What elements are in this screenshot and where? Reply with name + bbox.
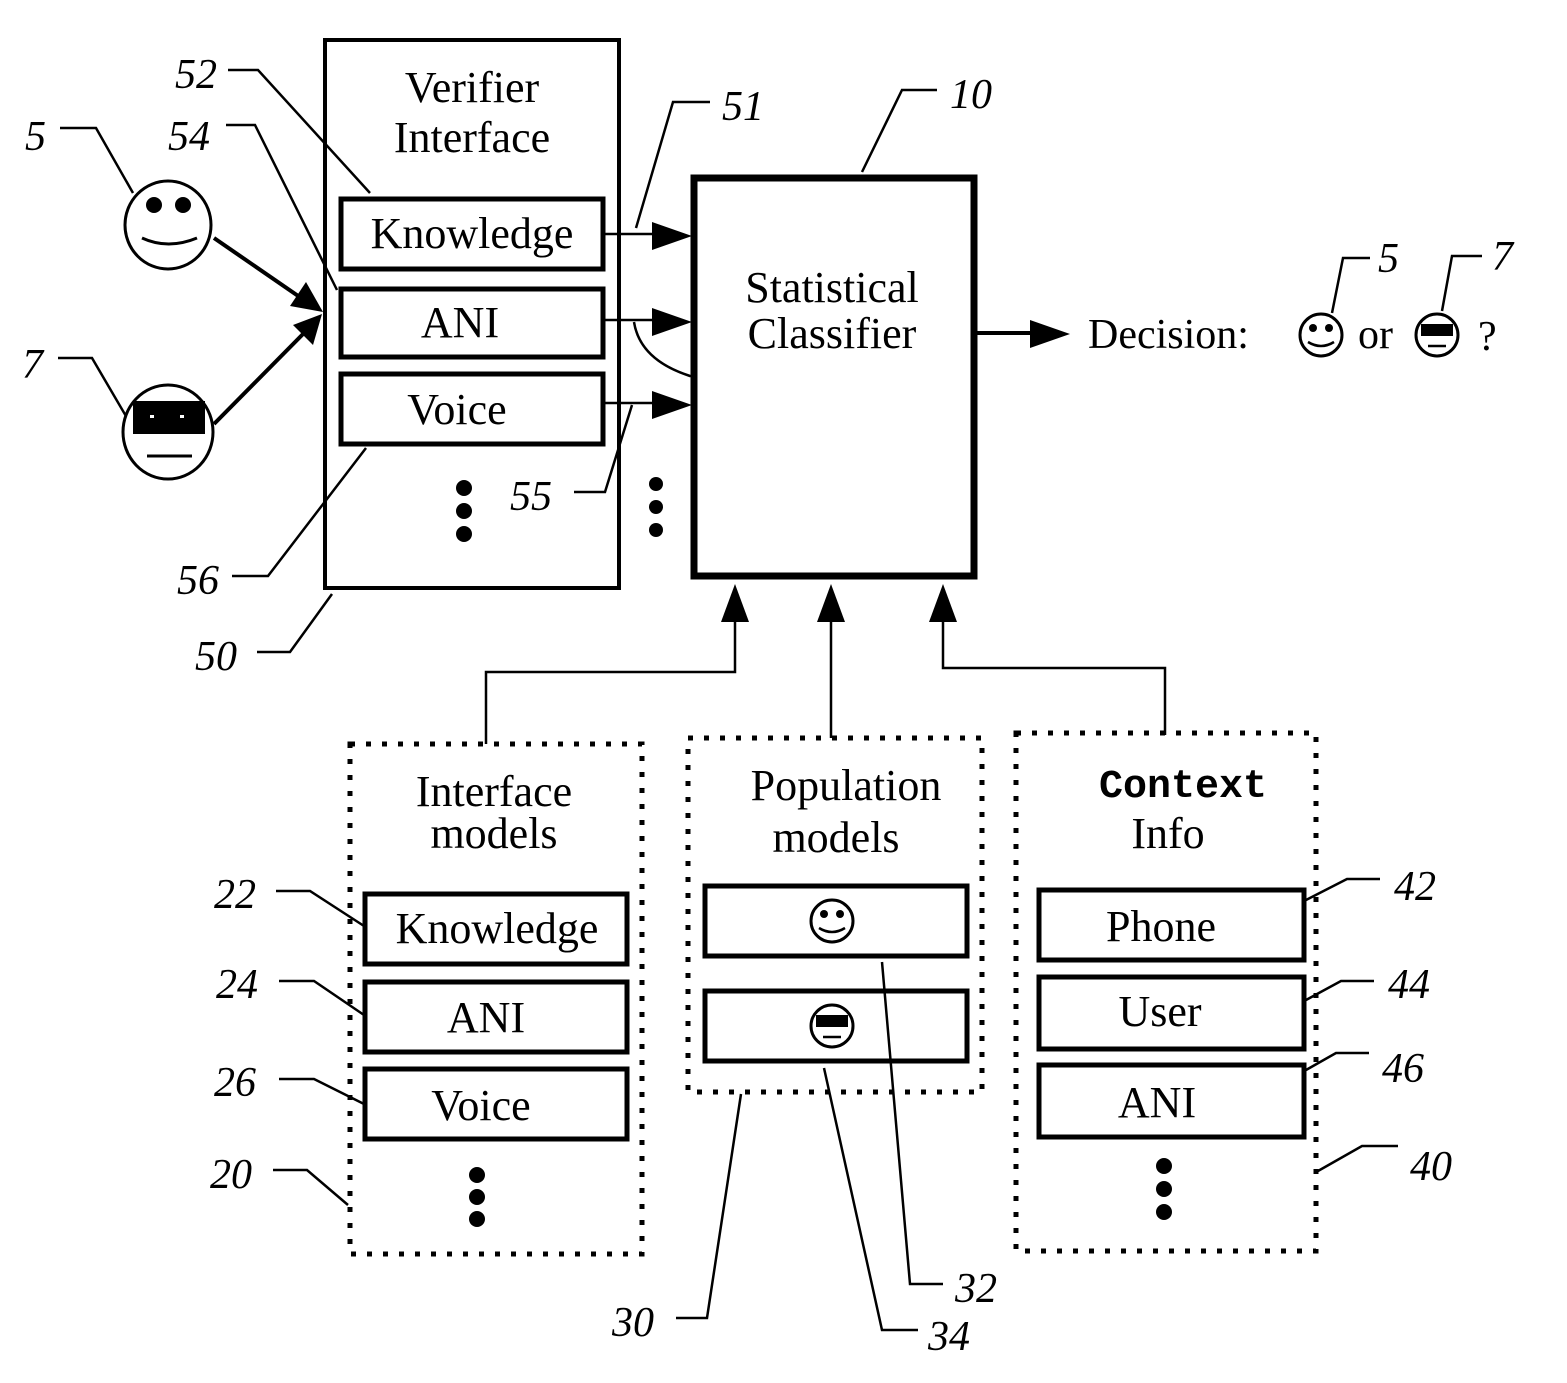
context-user-label: User <box>1118 987 1201 1036</box>
classifier-input-ellipsis-icon <box>649 477 663 537</box>
interface-models-block: Interface models Knowledge ANI Voice 22 … <box>210 741 645 1257</box>
decision-or: or <box>1358 312 1393 358</box>
leader-decision-5 <box>1330 256 1370 314</box>
ref-55: 55 <box>510 474 552 520</box>
verifier-interface-title-2: Interface <box>394 113 550 162</box>
arrow-ani-head <box>652 308 692 336</box>
ref-30: 30 <box>611 1300 654 1346</box>
context-phone-label: Phone <box>1106 902 1216 951</box>
ref-26: 26 <box>214 1060 256 1106</box>
ref-20: 20 <box>210 1152 252 1198</box>
verifier-output-arrows <box>603 222 692 537</box>
ref-56: 56 <box>177 558 219 604</box>
classifier-title-2: Classifier <box>748 309 917 358</box>
arrow-context-info-line <box>941 620 1167 735</box>
arrow-knowledge-head <box>652 222 692 250</box>
verifier-interface-block: Verifier Interface Knowledge ANI Voice <box>323 38 621 590</box>
interface-models-knowledge-label: Knowledge <box>396 904 599 953</box>
statistical-classifier-block: Statistical Classifier 10 <box>690 72 992 580</box>
ref-22: 22 <box>214 872 256 918</box>
ref-user-7: 7 <box>22 342 45 388</box>
leader-decision-7 <box>1440 254 1482 312</box>
context-info-title-2: Info <box>1131 809 1204 858</box>
arrow-interface-models-line <box>484 620 737 744</box>
ref-46: 46 <box>1382 1046 1424 1092</box>
ref-52: 52 <box>175 52 217 98</box>
context-ani-label: ANI <box>1118 1078 1196 1127</box>
classifier-title-1: Statistical <box>745 263 919 312</box>
masked-face-icon <box>1414 312 1460 358</box>
arrow-user-5-line <box>212 236 306 302</box>
arrow-voice-head <box>652 391 692 419</box>
ref-44: 44 <box>1388 962 1430 1008</box>
context-info-ellipsis-icon <box>1156 1158 1172 1220</box>
population-models-title-2: models <box>772 813 899 862</box>
verifier-knowledge-label: Knowledge <box>371 209 574 258</box>
leader-20 <box>273 1168 349 1206</box>
ref-10: 10 <box>950 72 992 118</box>
user-input-arrows <box>212 236 323 426</box>
ref-42: 42 <box>1394 864 1436 910</box>
masked-face-icon <box>121 383 215 481</box>
ref-54: 54 <box>168 114 210 160</box>
interface-models-voice-label: Voice <box>431 1081 530 1130</box>
leader-40 <box>1317 1144 1398 1173</box>
verification-diagram: Verifier Interface Knowledge ANI Voice 5… <box>22 38 1515 1360</box>
leader-50 <box>257 593 334 654</box>
ref-40: 40 <box>1410 1144 1452 1190</box>
population-models-title-1: Population <box>751 761 942 810</box>
context-info-block: Context Info Phone User ANI 42 44 46 40 <box>1013 730 1452 1254</box>
ref-32: 32 <box>954 1266 997 1312</box>
arrow-population-models-head <box>817 584 845 622</box>
ref-34: 34 <box>927 1314 970 1360</box>
leader-30 <box>676 1093 743 1320</box>
decision-arrow-head <box>1030 320 1070 348</box>
leader-user-5 <box>60 126 135 194</box>
population-models-block: Population models 32 34 30 <box>611 735 997 1360</box>
smiley-face-icon <box>1298 312 1344 358</box>
decision-label: Decision: <box>1088 312 1249 358</box>
verifier-ellipsis-icon <box>456 480 472 542</box>
ref-51: 51 <box>722 84 764 130</box>
interface-models-title-2: models <box>430 809 557 858</box>
smiley-face-icon <box>123 179 213 271</box>
leader-52 <box>228 68 371 194</box>
ref-24: 24 <box>216 962 258 1008</box>
verifier-ani-label: ANI <box>421 298 499 347</box>
arrow-user-5-head <box>290 282 323 312</box>
masked-face-icon <box>809 1003 855 1049</box>
leader-user-7 <box>58 356 132 424</box>
user-impostor: 7 <box>22 342 215 481</box>
model-input-arrows <box>484 584 1167 744</box>
arrow-interface-models-head <box>721 584 749 622</box>
verifier-voice-label: Voice <box>407 385 506 434</box>
ref-user-5: 5 <box>25 114 46 160</box>
classifier-frame <box>690 174 978 580</box>
decision-question: ? <box>1478 314 1497 360</box>
interface-models-ellipsis-icon <box>469 1167 485 1227</box>
ref-50: 50 <box>195 634 237 680</box>
ref-decision-7: 7 <box>1492 234 1515 280</box>
arrow-user-7-line <box>212 330 307 426</box>
decision-output: Decision: or ? 5 7 <box>976 234 1515 360</box>
smiley-face-icon <box>809 898 855 944</box>
arrow-context-info-head <box>929 584 957 622</box>
ref-decision-5: 5 <box>1378 236 1399 282</box>
leader-10 <box>860 88 937 173</box>
leader-56 <box>232 447 367 578</box>
leader-34 <box>822 1067 918 1332</box>
interface-models-ani-label: ANI <box>447 993 525 1042</box>
leader-54 <box>226 123 339 291</box>
verifier-interface-title-1: Verifier <box>405 63 540 112</box>
context-info-title-1: Context <box>1099 765 1267 810</box>
